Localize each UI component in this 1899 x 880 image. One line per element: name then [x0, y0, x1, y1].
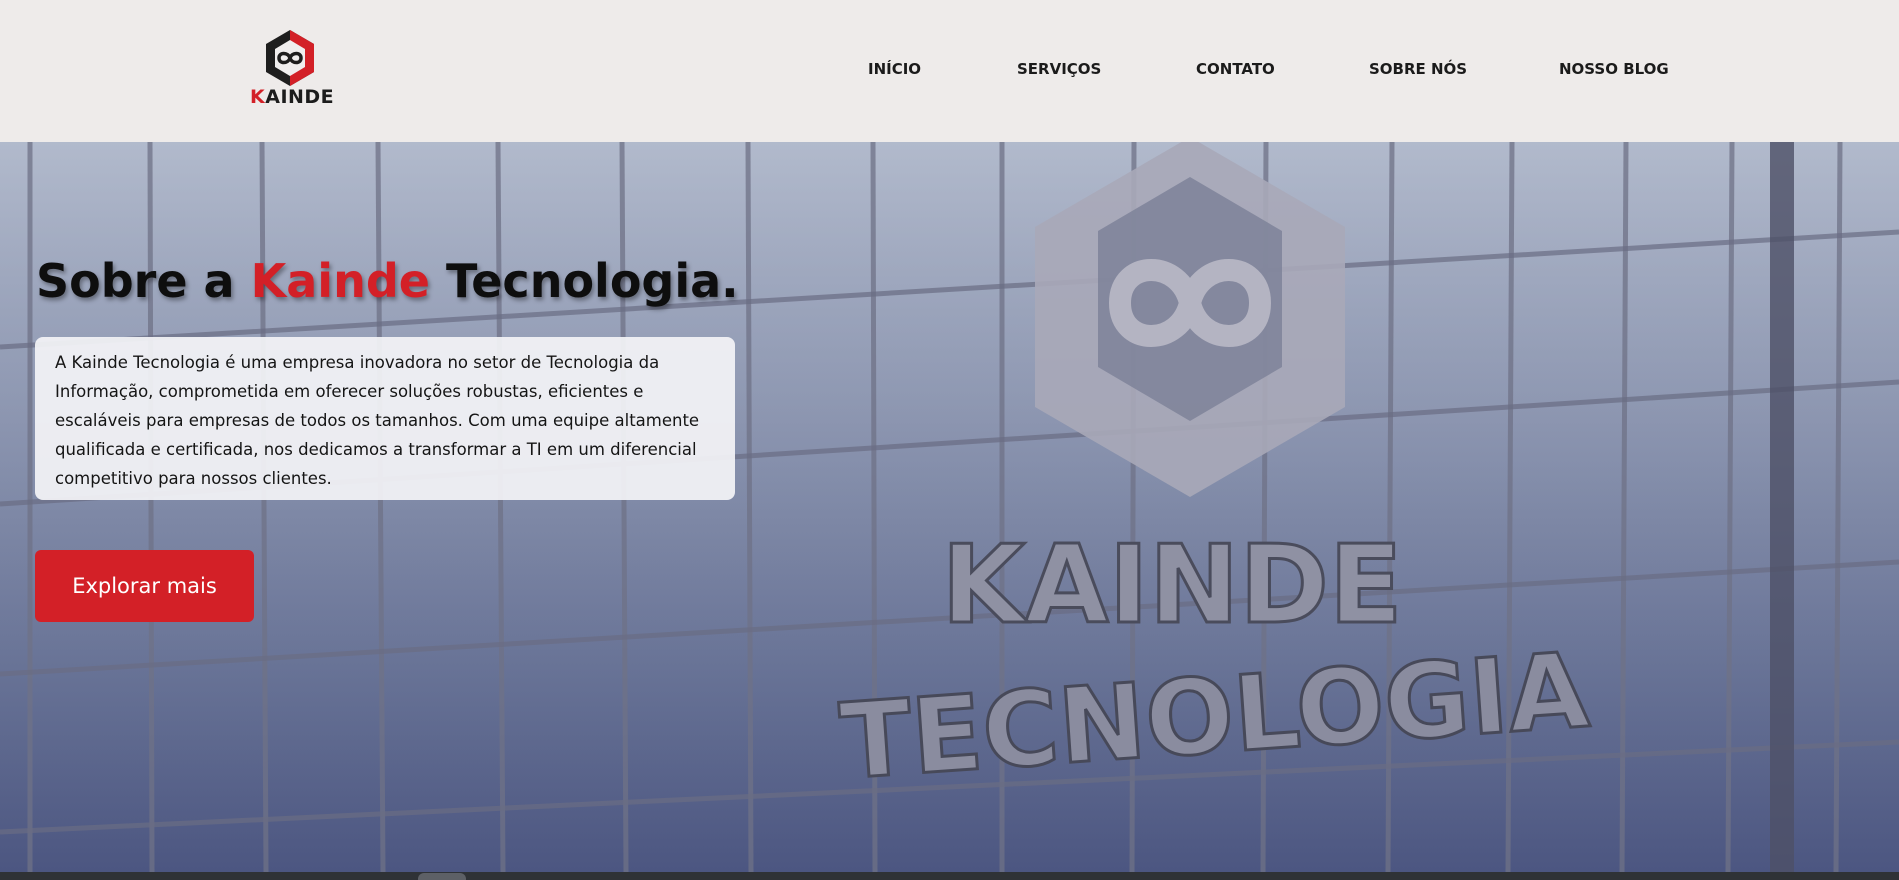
page-title: Sobre a Kainde Tecnologia. — [36, 254, 739, 308]
nav-item-servicos[interactable]: SERVIÇOS — [1017, 60, 1101, 78]
site-header: KAINDE INÍCIO SERVIÇOS CONTATO SOBRE NÓS… — [0, 0, 1899, 142]
about-description: A Kainde Tecnologia é uma empresa inovad… — [55, 353, 700, 488]
nav-item-nosso-blog[interactable]: NOSSO BLOG — [1559, 60, 1669, 78]
building-facade-background: KAINDE TECNOLOGIA — [0, 142, 1899, 872]
scroll-indicator[interactable] — [418, 873, 466, 880]
explore-more-button[interactable]: Explorar mais — [35, 550, 254, 622]
infinity-hexagon-logo-icon — [266, 30, 314, 86]
logo-wordmark: KAINDE — [250, 86, 335, 108]
about-card: A Kainde Tecnologia é uma empresa inovad… — [35, 337, 735, 500]
nav-item-sobre-nos[interactable]: SOBRE NÓS — [1369, 60, 1467, 78]
sign-kainde-text: KAINDE — [941, 523, 1402, 648]
next-section-edge — [0, 872, 1899, 880]
nav-item-contato[interactable]: CONTATO — [1196, 60, 1275, 78]
nav-item-inicio[interactable]: INÍCIO — [868, 60, 921, 78]
brand-logo[interactable]: KAINDE — [250, 28, 335, 112]
hero-section: KAINDE TECNOLOGIA Sobre a Kainde Tecnolo… — [0, 142, 1899, 872]
